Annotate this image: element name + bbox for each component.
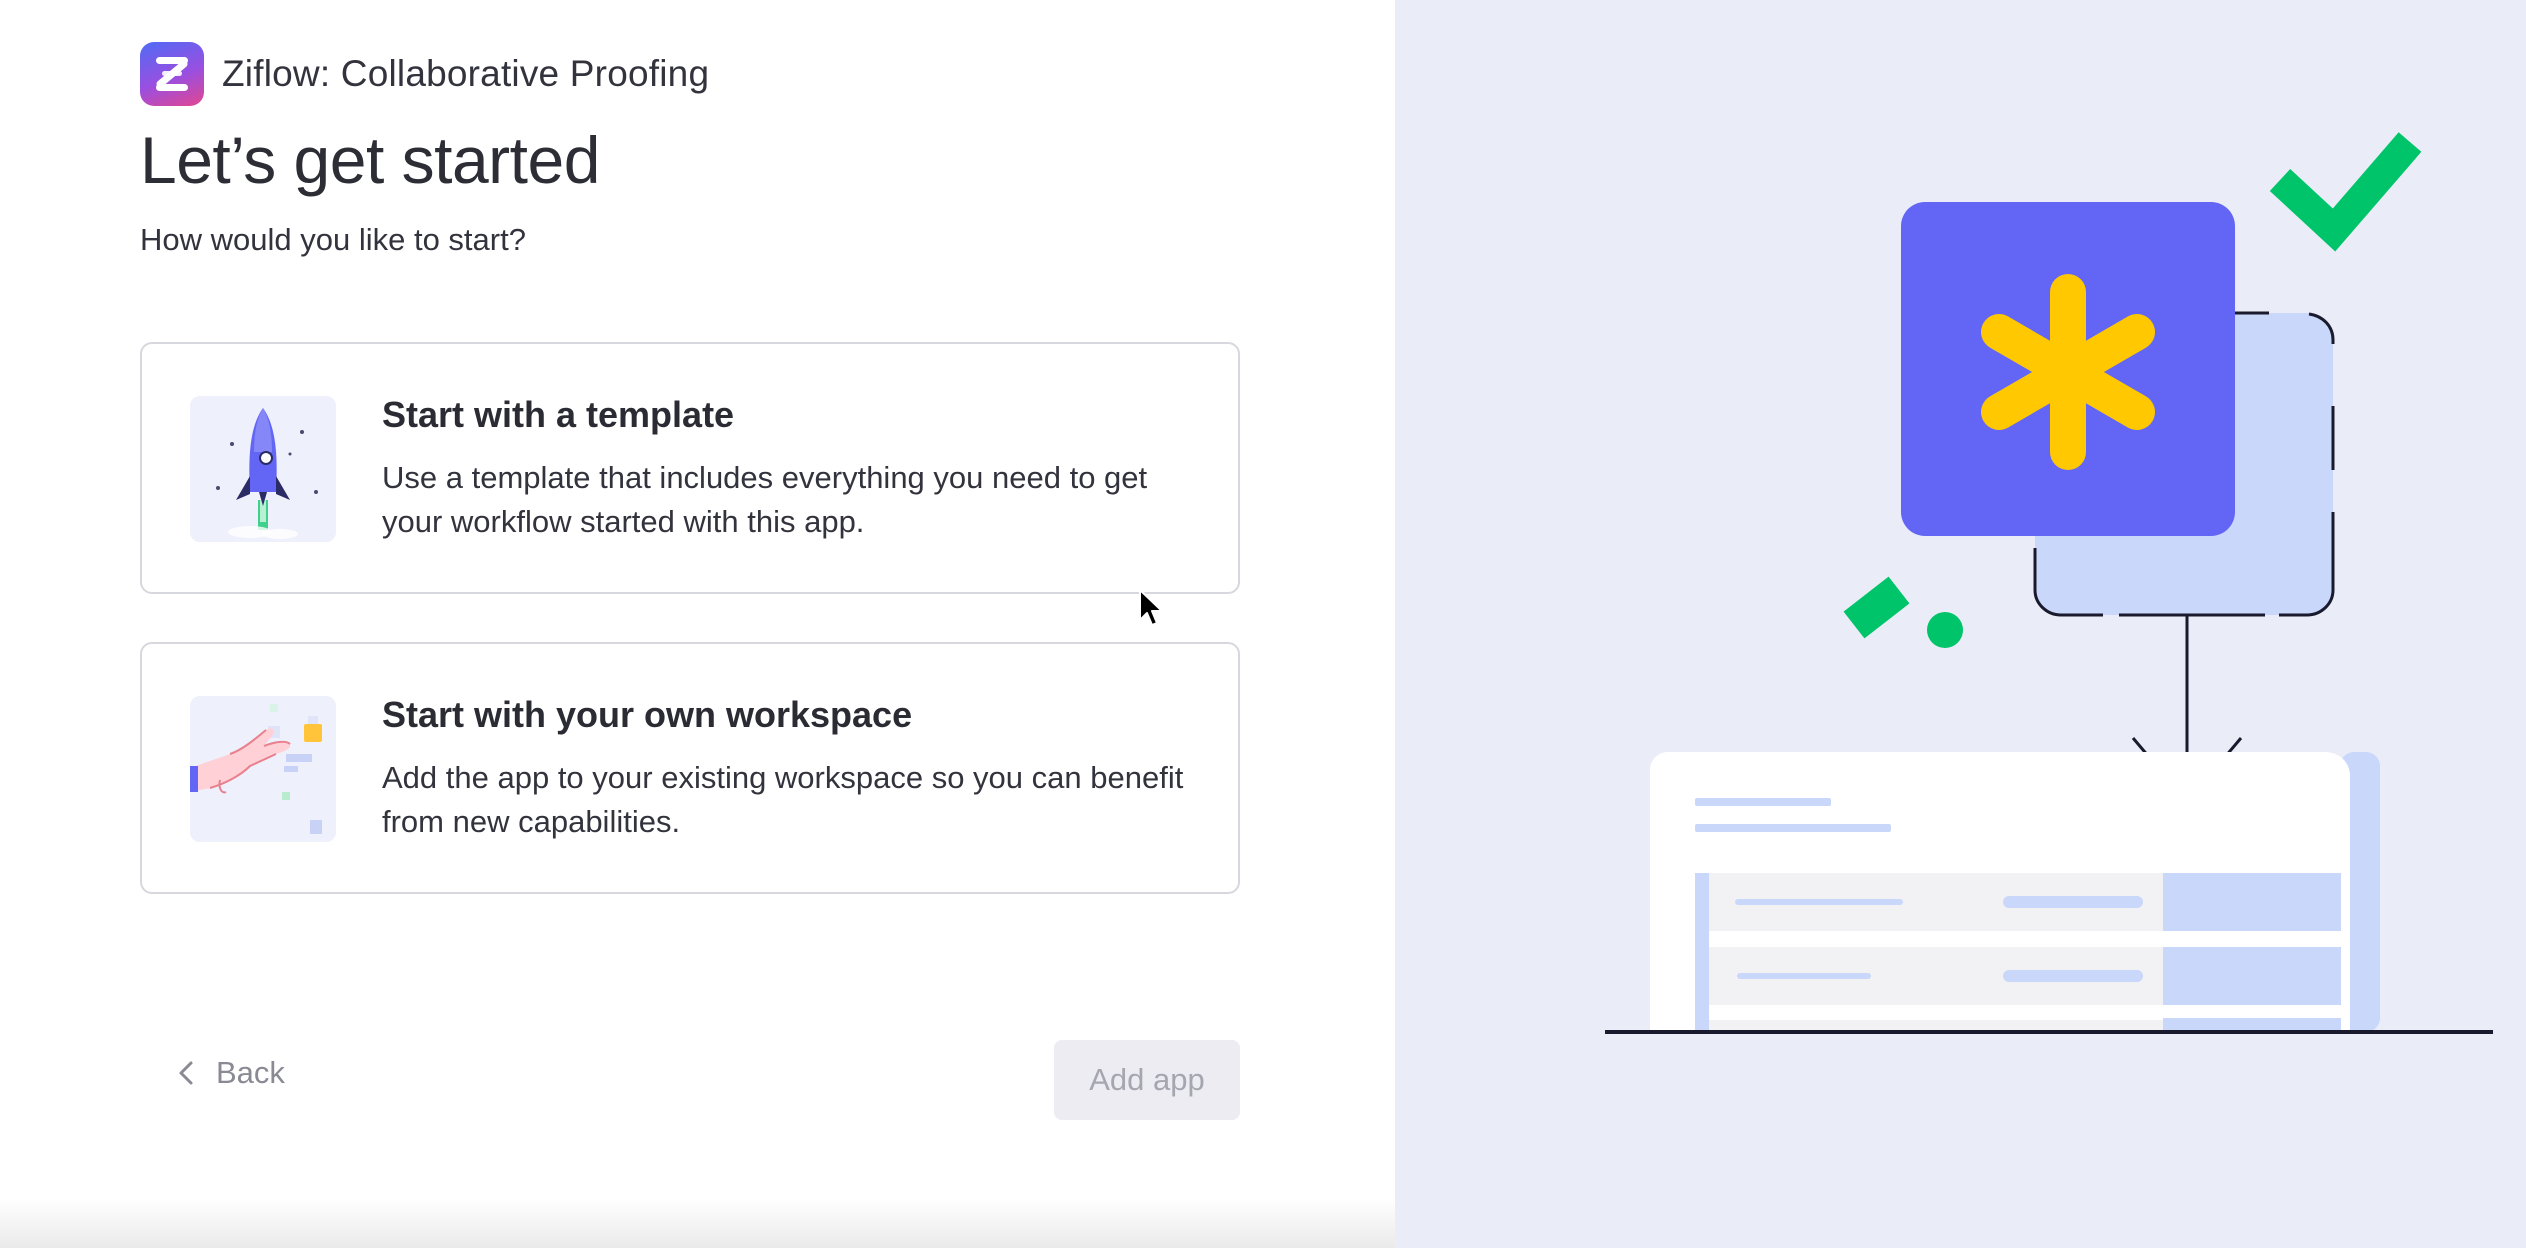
card-description: Use a template that includes everything … [382,460,1148,539]
card-title: Start with your own workspace [382,694,913,735]
left-pane: Ziflow: Collaborative Proofing Let’s get… [0,0,1395,1248]
chevron-left-icon [179,1061,193,1085]
start-with-own-workspace-card[interactable]: Start with your own workspace Add the ap… [140,642,1240,894]
rocket-illustration-icon [190,396,336,542]
back-button[interactable]: Back [178,1055,285,1091]
hand-illustration-icon [190,696,336,842]
bottom-shadow [0,1198,1395,1248]
ziflow-logo-icon [140,42,204,106]
page-subtitle: How would you like to start? [140,222,526,257]
app-install-illustration [1395,0,2526,1248]
checkmark-icon [2269,132,2422,252]
app-header: Ziflow: Collaborative Proofing [140,42,709,106]
mouse-pointer-icon [1139,589,1163,626]
card-title: Start with a template [382,394,735,435]
start-with-template-card[interactable]: Start with a template Use a template tha… [140,342,1240,594]
page-title: Let’s get started [140,123,600,197]
confetti-dot [1927,612,1963,648]
app-name: Ziflow: Collaborative Proofing [222,53,710,94]
back-label: Back [216,1055,285,1090]
confetti-bar [1843,576,1910,639]
card-description: Add the app to your existing workspace s… [382,760,1184,839]
add-app-button[interactable]: Add app [1054,1040,1240,1120]
